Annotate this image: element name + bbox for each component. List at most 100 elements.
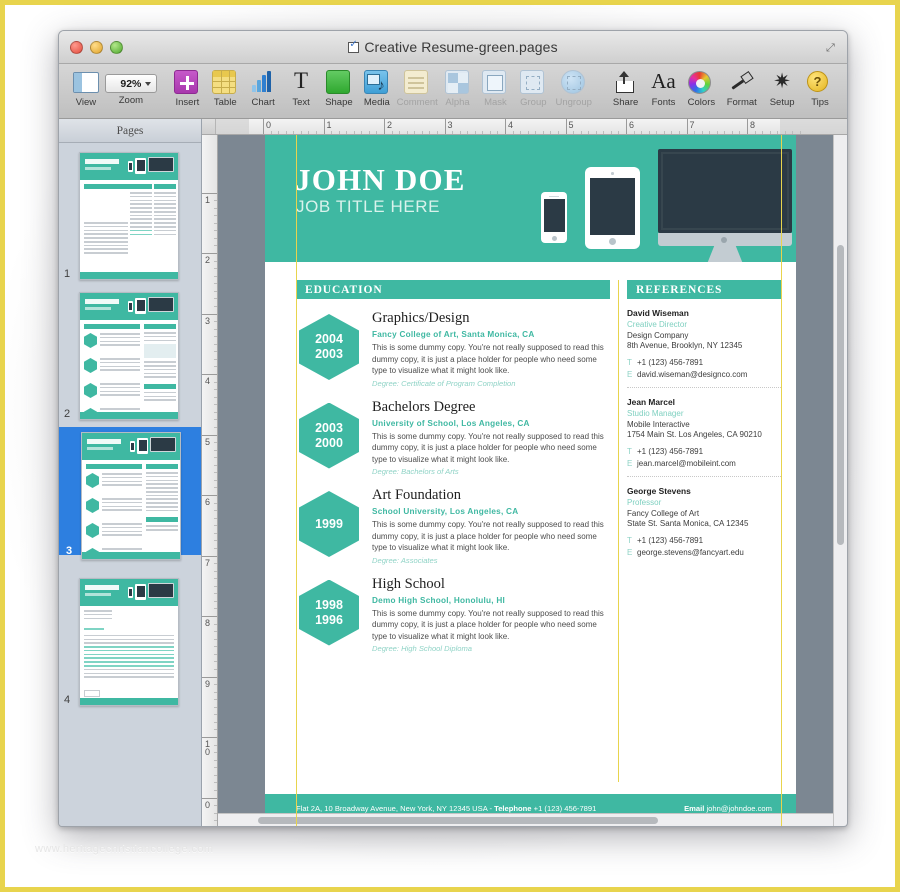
reference-address: State St. Santa Monica, CA 12345 xyxy=(627,519,749,528)
education-description: This is some dummy copy. You're not real… xyxy=(372,431,604,464)
ruler-minor-tick xyxy=(285,131,287,134)
toolbar-mask-label: Mask xyxy=(484,97,507,108)
ruler-minor-tick xyxy=(214,389,217,391)
ruler-minor-tick xyxy=(799,131,801,134)
ruler-minor-tick xyxy=(701,131,703,134)
ruler-minor-tick xyxy=(214,646,217,648)
thumbnail-preview xyxy=(79,292,179,420)
toolbar-table-button[interactable]: Table xyxy=(206,67,244,108)
resume-page[interactable]: JOHN DOE JOB TITLE HERE EDUCATION 2004 2… xyxy=(265,135,796,826)
toolbar-group-button[interactable]: Group xyxy=(514,67,552,108)
phone-illustration xyxy=(541,192,567,243)
reference-entry: Jean Marcel Studio Manager Mobile Intera… xyxy=(627,397,781,477)
canvas-row: 123456789100 JOHN DOE JOB TITLE HERE EDU… xyxy=(202,135,847,826)
ruler-minor-tick xyxy=(214,200,217,202)
horizontal-scrollbar[interactable] xyxy=(218,813,833,826)
vertical-scrollbar[interactable] xyxy=(833,135,847,826)
ruler-minor-tick xyxy=(353,131,355,134)
ruler-tick xyxy=(505,119,506,134)
page-thumbnail-3[interactable]: 3 xyxy=(59,427,201,560)
ruler-minor-tick xyxy=(214,517,217,519)
phone-key: T xyxy=(627,536,632,545)
email-key: E xyxy=(627,370,633,379)
ruler-minor-tick xyxy=(214,207,217,209)
ruler-minor-tick xyxy=(214,275,217,277)
fullscreen-icon[interactable]: ⤢ xyxy=(826,42,838,54)
toolbar-media-button[interactable]: Media xyxy=(358,67,396,108)
page-thumbnail-1[interactable]: 1 xyxy=(64,152,183,280)
toolbar-colors-button[interactable]: Colors xyxy=(682,67,720,108)
ruler-minor-tick xyxy=(512,131,514,134)
ruler-minor-tick xyxy=(762,131,764,134)
toolbar-view-button[interactable]: View xyxy=(67,67,105,108)
ruler-minor-tick xyxy=(214,479,217,481)
ruler-minor-tick xyxy=(214,457,217,459)
zoom-stepper[interactable]: 92% xyxy=(104,74,157,93)
toolbar-share-button[interactable]: Share xyxy=(607,67,645,108)
toolbar-zoom-label: Zoom xyxy=(118,95,144,106)
ruler-minor-tick xyxy=(346,131,348,134)
toolbar-text-button[interactable]: T Text xyxy=(282,67,320,109)
toolbar-setup-button[interactable]: ✷ Setup xyxy=(763,67,801,108)
ruler-corner xyxy=(202,119,216,134)
toolbar-comment-button[interactable]: Comment xyxy=(396,67,439,108)
ruler-minor-tick xyxy=(214,245,217,247)
ruler-label: 7 xyxy=(689,120,695,130)
toolbar-tips-button[interactable]: ? Tips xyxy=(801,67,839,108)
ruler-tick xyxy=(202,737,217,738)
ruler-label: 6 xyxy=(629,120,635,130)
toolbar-insert-label: Insert xyxy=(175,97,200,108)
ruler-minor-tick xyxy=(214,426,217,428)
education-title: High School xyxy=(372,575,445,592)
ruler-label: 2 xyxy=(387,120,393,130)
reference-name: Jean Marcel xyxy=(627,397,675,407)
toolbar-colors-label: Colors xyxy=(687,97,716,108)
ruler-minor-tick xyxy=(214,298,217,300)
ruler-minor-tick xyxy=(716,131,718,134)
ruler-minor-tick xyxy=(414,131,416,134)
ruler-minor-tick xyxy=(214,729,217,731)
margin-guide-right xyxy=(781,135,782,826)
format-icon xyxy=(729,69,755,95)
ruler-minor-tick xyxy=(214,321,217,323)
document-icon xyxy=(348,39,360,53)
toolbar-alpha-button[interactable]: Alpha xyxy=(439,67,477,108)
toolbar-shape-button[interactable]: Shape xyxy=(320,67,358,108)
toolbar-fonts-button[interactable]: Aa Fonts xyxy=(645,67,683,108)
ruler-minor-tick xyxy=(214,547,217,549)
education-school: School University, Los Angeles, CA xyxy=(372,507,519,516)
horizontal-ruler[interactable]: 0 1 2 3 4 5 6 7 8 xyxy=(202,119,847,135)
vertical-ruler[interactable]: 1 2 3 4 5 6 7 8 9 10 0 xyxy=(202,135,218,826)
plus-icon xyxy=(174,69,200,95)
toolbar-mask-button[interactable]: Mask xyxy=(477,67,515,108)
ruler-minor-tick xyxy=(436,131,438,134)
horizontal-scrollbar-thumb[interactable] xyxy=(258,817,658,824)
ruler-minor-tick xyxy=(214,442,217,444)
toolbar-chart-button[interactable]: Chart xyxy=(244,67,282,108)
year-from: 2003 xyxy=(315,420,343,435)
ruler-label: 6 xyxy=(205,497,211,507)
reference-company: Design Company xyxy=(627,331,689,340)
ruler-minor-tick xyxy=(214,419,217,421)
page-thumbnail-2[interactable]: 2 xyxy=(64,292,183,420)
toolbar-insert-button[interactable]: Insert xyxy=(168,67,206,108)
toolbar-ungroup-button[interactable]: Ungroup xyxy=(552,67,595,108)
vertical-scrollbar-thumb[interactable] xyxy=(837,245,844,545)
ruler-minor-tick xyxy=(214,328,217,330)
thumbnail-list[interactable]: 1 2 3 4 xyxy=(59,143,201,826)
ruler-minor-tick xyxy=(671,131,673,134)
window-title-text: Creative Resume-green.pages xyxy=(364,39,558,55)
document-canvas[interactable]: JOHN DOE JOB TITLE HERE EDUCATION 2004 2… xyxy=(218,135,847,826)
monitor-illustration xyxy=(658,149,792,233)
ruler-minor-tick xyxy=(421,131,423,134)
toolbar-format-button[interactable]: Format xyxy=(720,67,763,108)
ruler-minor-tick xyxy=(214,684,217,686)
ruler-tick xyxy=(202,495,217,496)
resume-name: JOHN DOE xyxy=(295,162,466,197)
ruler-minor-tick xyxy=(724,131,726,134)
ruler-minor-tick xyxy=(603,131,605,134)
toolbar-fonts-label: Fonts xyxy=(651,97,676,108)
ruler-minor-tick xyxy=(573,131,575,134)
page-thumbnail-4[interactable]: 4 xyxy=(64,578,183,706)
toolbar-zoom-control[interactable]: 92% Zoom xyxy=(104,67,157,106)
